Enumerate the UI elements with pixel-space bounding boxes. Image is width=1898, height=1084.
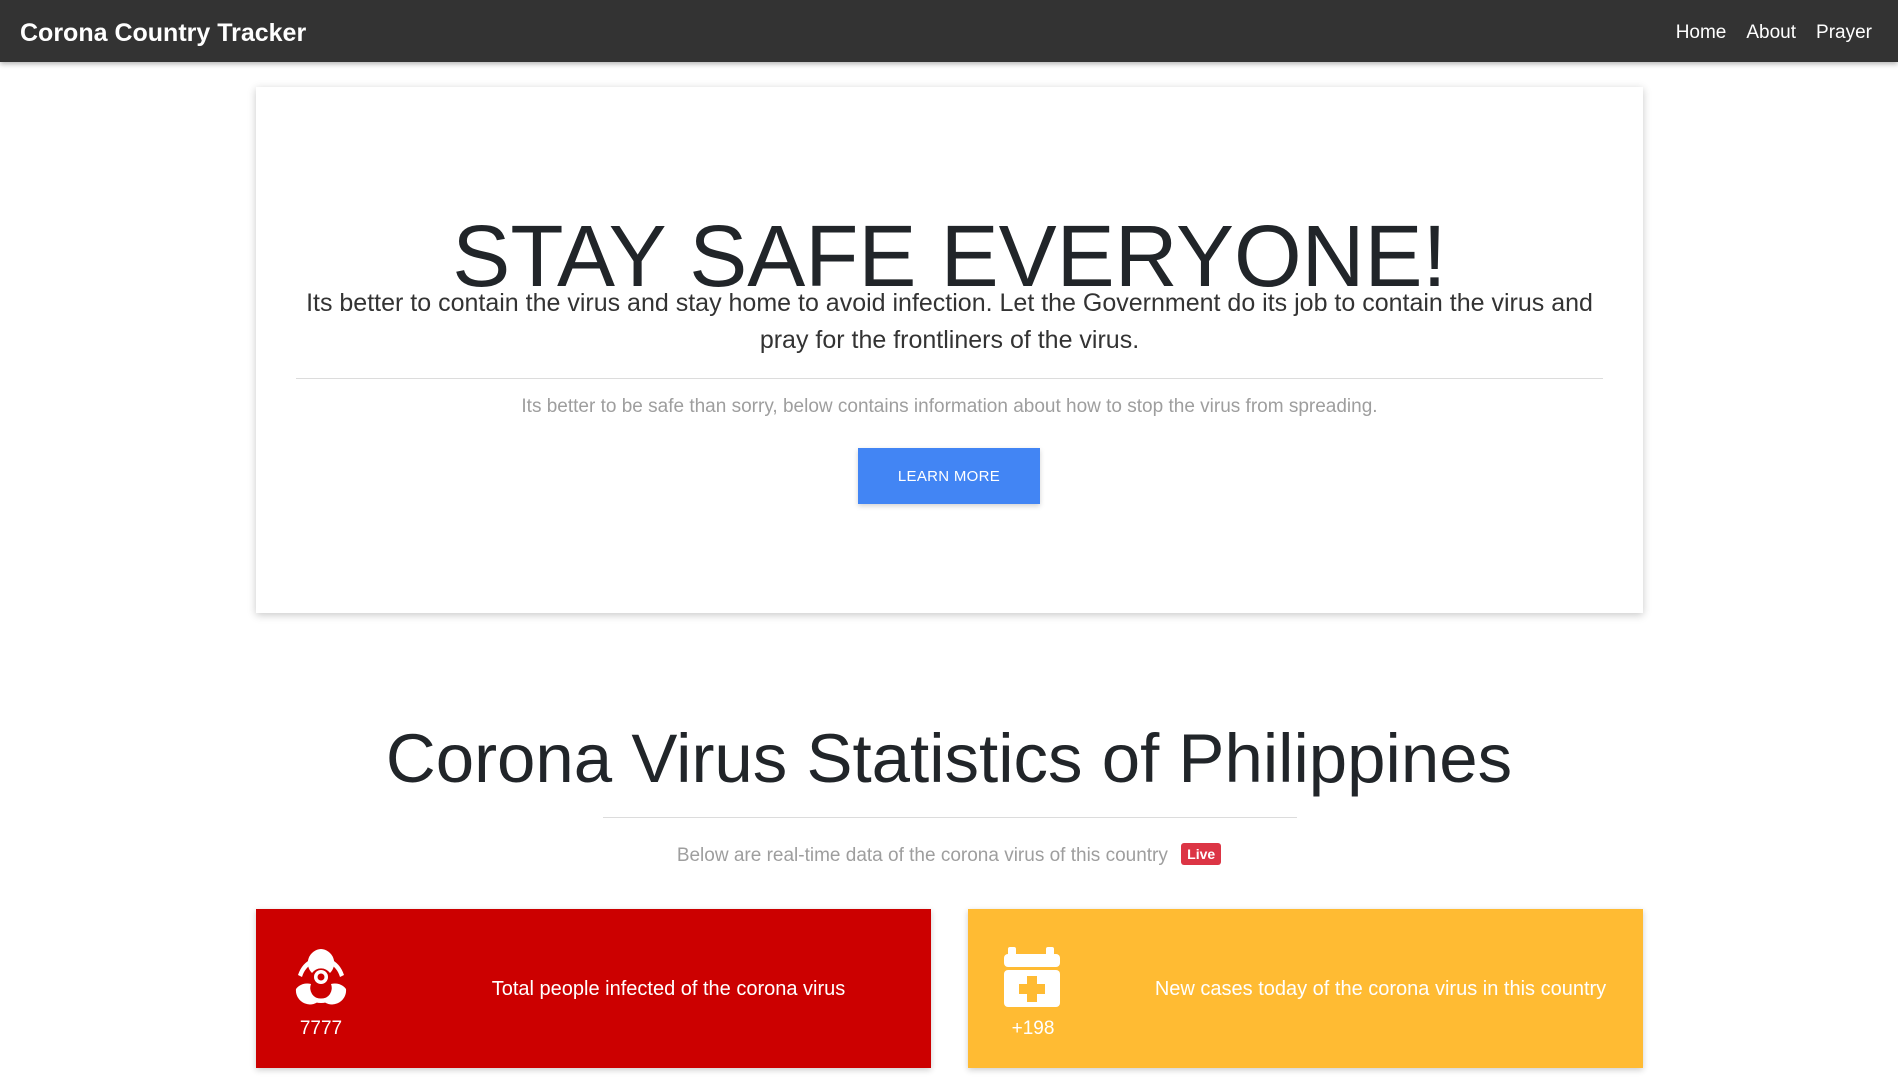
stats-divider [603,817,1297,818]
new-cases-count: +198 [1011,1018,1055,1039]
biohazard-icon [284,945,358,1007]
stats-subtitle: Below are real-time data of the corona v… [676,845,1168,866]
jumbotron-lead: Its better to contain the virus and stay… [306,289,1593,354]
jumbotron-subtext: Its better to be safe than sorry, below … [521,396,1378,417]
infected-card: 7777 Total people infected of the corona… [256,909,931,1068]
infected-description: Total people infected of the corona viru… [491,978,846,1000]
navbar: Corona Country Tracker Home About Prayer [0,0,1898,62]
calendar-plus-icon [996,945,1070,1007]
live-badge: Live [1181,843,1222,865]
stats-title: Corona Virus Statistics of Philippines [385,720,1513,797]
new-cases-card: +198 New cases today of the corona virus… [968,909,1643,1068]
nav-link-home[interactable]: Home [1676,0,1727,62]
stats-subtitle-row: Below are real-time data of the corona v… [0,842,1898,870]
nav-link-prayer[interactable]: Prayer [1816,0,1872,62]
nav-links: Home About Prayer [1656,0,1872,62]
jumbotron-divider [296,378,1603,379]
jumbotron: STAY SAFE EVERYONE! Its better to contai… [256,87,1643,613]
brand-title[interactable]: Corona Country Tracker [20,0,306,66]
nav-link-about[interactable]: About [1746,0,1796,62]
infected-count: 7777 [299,1018,343,1039]
learn-more-button[interactable]: LEARN MORE [858,448,1040,504]
new-cases-description: New cases today of the corona virus in t… [1154,978,1607,1000]
